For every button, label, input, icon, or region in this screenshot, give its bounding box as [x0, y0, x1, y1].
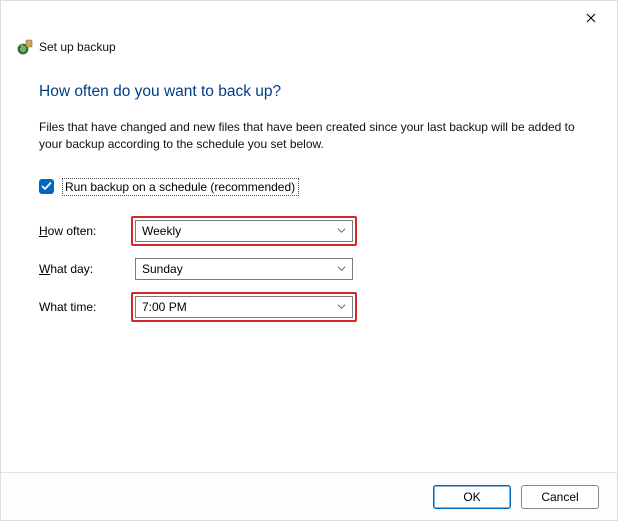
how-often-row: How often: Weekly: [39, 220, 579, 242]
chevron-down-icon: [337, 264, 346, 273]
what-day-row: What day: Sunday: [39, 258, 579, 280]
window-title-row: Set up backup: [17, 39, 116, 55]
schedule-checkbox[interactable]: [39, 179, 54, 194]
what-day-select[interactable]: Sunday: [135, 258, 353, 280]
page-description: Files that have changed and new files th…: [39, 119, 579, 154]
how-often-select[interactable]: Weekly: [135, 220, 353, 242]
content-area: How often do you want to back up? Files …: [39, 83, 579, 334]
chevron-down-icon: [337, 226, 346, 235]
schedule-checkbox-row[interactable]: Run backup on a schedule (recommended): [39, 178, 579, 196]
page-heading: How often do you want to back up?: [39, 83, 579, 101]
what-time-value: 7:00 PM: [142, 300, 187, 314]
what-time-select-wrap: 7:00 PM: [135, 296, 353, 318]
schedule-checkbox-label: Run backup on a schedule (recommended): [62, 178, 299, 196]
what-day-value: Sunday: [142, 262, 183, 276]
window-title: Set up backup: [39, 40, 116, 54]
backup-icon: [17, 39, 33, 55]
dialog-footer: OK Cancel: [1, 472, 617, 520]
close-icon: [586, 12, 596, 26]
what-time-select[interactable]: 7:00 PM: [135, 296, 353, 318]
how-often-value: Weekly: [142, 224, 181, 238]
how-often-label: How often:: [39, 224, 135, 238]
what-day-label: What day:: [39, 262, 135, 276]
ok-button[interactable]: OK: [433, 485, 511, 509]
chevron-down-icon: [337, 302, 346, 311]
close-button[interactable]: [579, 7, 603, 31]
what-time-row: What time: 7:00 PM: [39, 296, 579, 318]
what-day-select-wrap: Sunday: [135, 258, 353, 280]
how-often-select-wrap: Weekly: [135, 220, 353, 242]
what-time-label: What time:: [39, 300, 135, 314]
cancel-button[interactable]: Cancel: [521, 485, 599, 509]
